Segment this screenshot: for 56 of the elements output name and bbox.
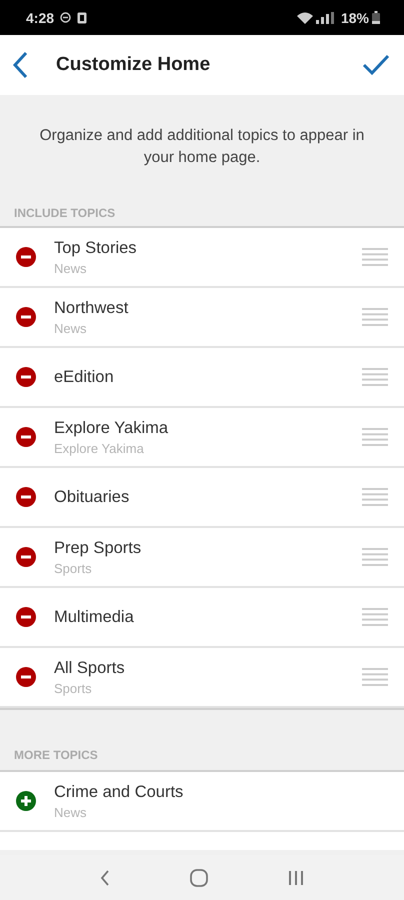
home-nav-icon[interactable]: [190, 868, 208, 886]
topic-title: Crime and Courts: [54, 782, 184, 802]
drag-handle-icon[interactable]: [362, 608, 388, 626]
topic-row[interactable]: Top Stories News: [0, 228, 404, 288]
topic-title: Prep Sports: [54, 538, 142, 558]
topic-row[interactable]: Crime and Courts News: [0, 772, 404, 832]
remove-icon[interactable]: [16, 307, 36, 327]
status-time: 4:28: [26, 10, 54, 26]
section-heading: INCLUDE TOPICS: [14, 206, 116, 220]
drag-handle-icon[interactable]: [362, 248, 388, 266]
remove-icon[interactable]: [16, 367, 36, 387]
drag-handle-icon[interactable]: [362, 668, 388, 686]
notification-icon: [77, 12, 88, 24]
back-nav-icon[interactable]: [100, 870, 110, 886]
topic-category: News: [54, 260, 88, 276]
remove-icon[interactable]: [16, 607, 36, 627]
remove-icon[interactable]: [16, 247, 36, 267]
topic-row[interactable]: Explore Yakima Explore Yakima: [0, 408, 404, 468]
topic-title: Multimedia: [54, 608, 135, 626]
topic-row[interactable]: Prep Sports Sports: [0, 528, 404, 588]
drag-handle-icon[interactable]: [362, 368, 388, 386]
topic-row[interactable]: Obituaries: [0, 468, 404, 528]
topic-title: eEdition: [54, 368, 115, 386]
topic-row[interactable]: Multimedia: [0, 588, 404, 648]
topic-title: Northwest: [54, 298, 130, 318]
topic-category: Sports: [54, 560, 93, 576]
back-icon[interactable]: [12, 51, 28, 79]
topic-row[interactable]: eEdition: [0, 348, 404, 408]
page-title: Customize Home: [56, 54, 212, 76]
intro-text: Organize and add additional topics to appear in your home page.: [38, 126, 366, 168]
remove-icon[interactable]: [16, 547, 36, 567]
topic-title: All Sports: [54, 658, 126, 678]
topic-title: Top Stories: [54, 238, 138, 258]
topic-category: Explore Yakima: [54, 440, 145, 456]
wifi-icon: [296, 12, 313, 24]
remove-icon[interactable]: [16, 487, 36, 507]
drag-handle-icon[interactable]: [362, 308, 388, 326]
topic-category: Sports: [54, 680, 93, 696]
topic-category: News: [54, 320, 88, 336]
check-icon[interactable]: [362, 54, 390, 76]
topic-title: Explore Yakima: [54, 418, 170, 438]
topic-row[interactable]: Northwest News: [0, 288, 404, 348]
topic-category: News: [54, 804, 88, 820]
section-heading: MORE TOPICS: [14, 748, 98, 762]
drag-handle-icon[interactable]: [362, 548, 388, 566]
battery-icon: [372, 11, 380, 24]
recent-apps-icon[interactable]: [288, 870, 304, 886]
remove-icon[interactable]: [16, 667, 36, 687]
topic-row[interactable]: All Sports Sports: [0, 648, 404, 708]
battery-percent: 18%: [340, 10, 369, 26]
drag-handle-icon[interactable]: [362, 488, 388, 506]
topic-title: Obituaries: [54, 488, 130, 506]
remove-icon[interactable]: [16, 427, 36, 447]
drag-handle-icon[interactable]: [362, 428, 388, 446]
add-icon[interactable]: [16, 791, 36, 811]
do-not-disturb-icon: [60, 12, 72, 23]
